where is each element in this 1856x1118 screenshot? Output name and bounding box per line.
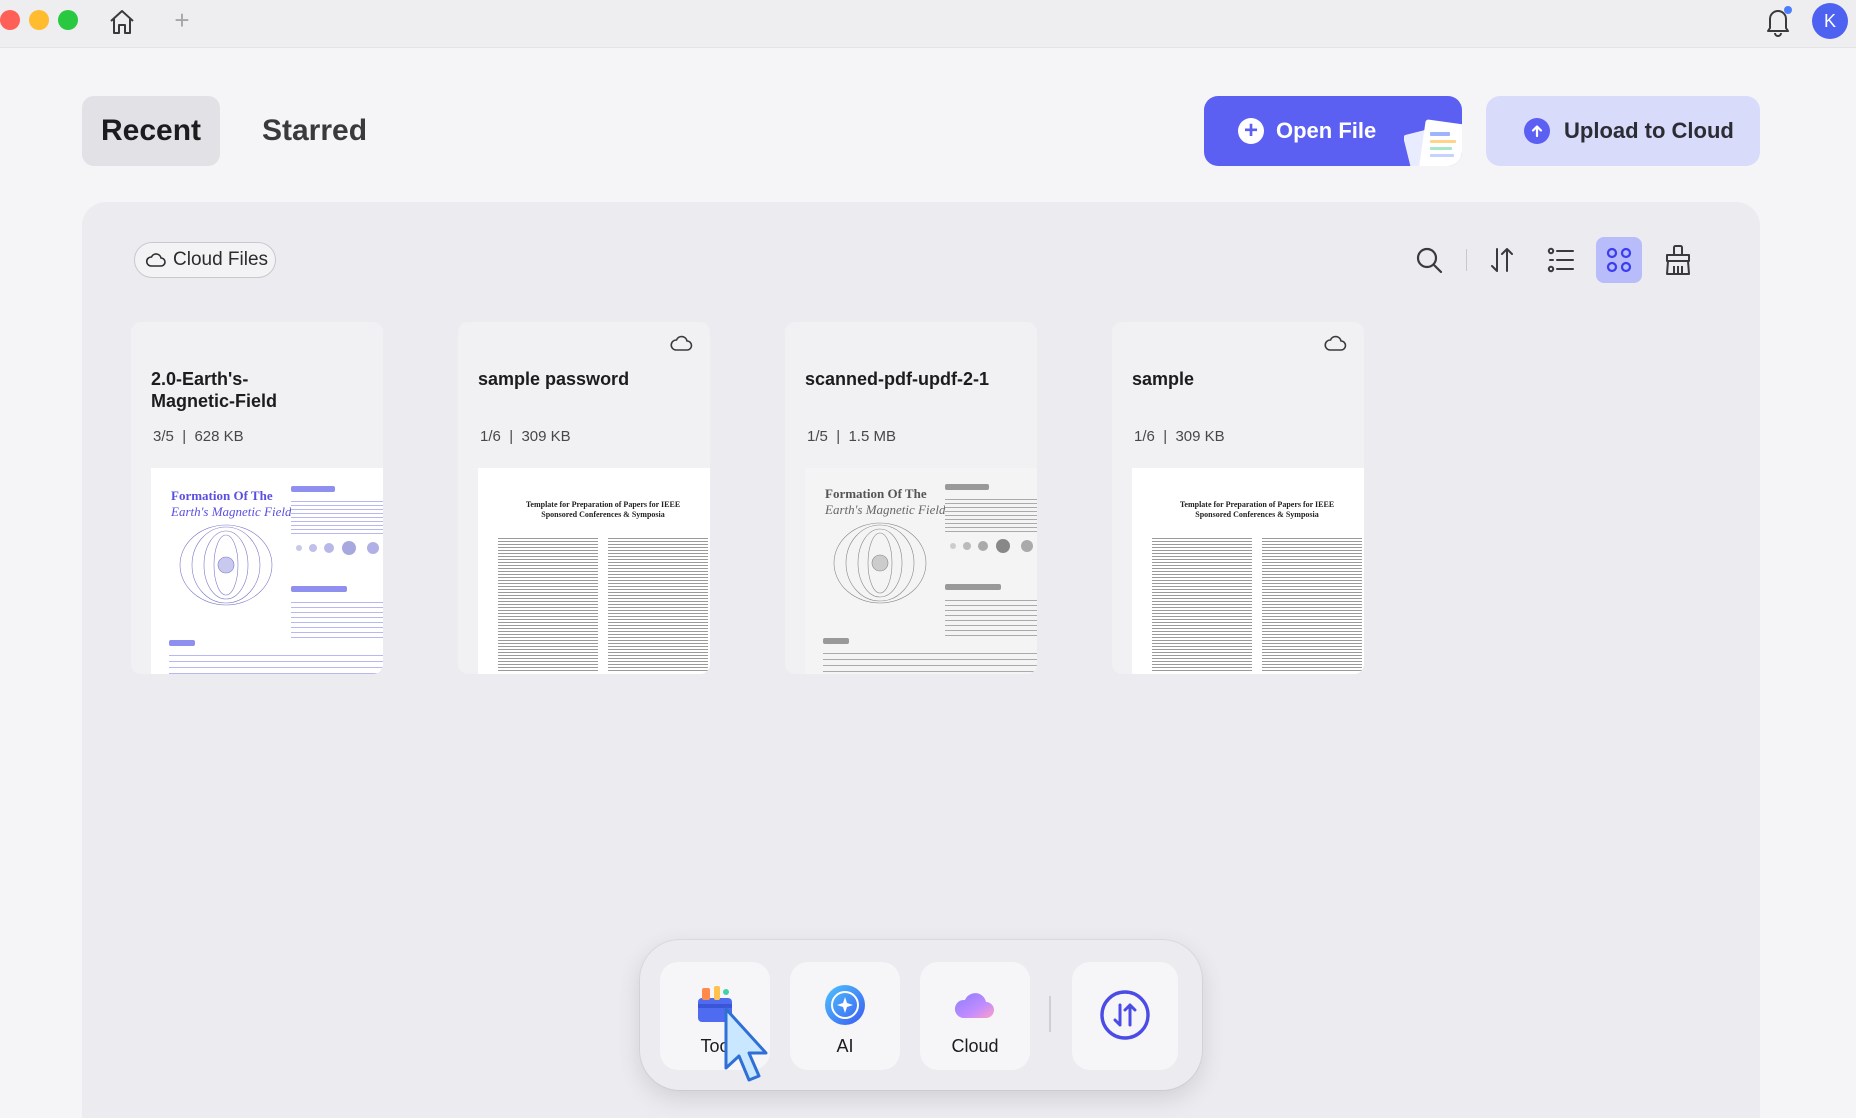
thumb-heading: Formation Of The — [171, 488, 273, 503]
cloud-files-filter[interactable]: Cloud Files — [134, 242, 276, 278]
page-indicator: 1/6 — [1134, 428, 1155, 445]
minimize-window-button[interactable] — [29, 10, 49, 30]
new-tab-icon[interactable]: + — [170, 6, 194, 34]
search-icon[interactable] — [1409, 240, 1449, 280]
grid-view-icon[interactable] — [1596, 237, 1642, 283]
file-title: sample password — [478, 369, 630, 389]
upload-arrow-icon — [1524, 118, 1550, 144]
file-meta: 1/6 | 309 KB — [1134, 428, 1225, 445]
file-card[interactable]: sample password 1/6 | 309 KB Template fo… — [458, 322, 710, 674]
file-size: 1.5 MB — [848, 428, 896, 445]
magnetic-field-diagram — [833, 522, 927, 604]
file-title: 2.0-Earth's- Magnetic-Field — [151, 369, 278, 411]
magnetic-field-diagram — [179, 524, 273, 606]
dock-ai-button[interactable]: AI — [790, 962, 900, 1070]
file-meta: 3/5 | 628 KB — [153, 428, 244, 445]
file-size: 309 KB — [521, 428, 571, 445]
page-indicator: 1/5 — [807, 428, 828, 445]
plus-icon: + — [1238, 118, 1264, 144]
tab-recent[interactable]: Recent — [82, 96, 220, 166]
list-view-icon[interactable] — [1541, 240, 1581, 280]
zoom-window-button[interactable] — [58, 10, 78, 30]
file-thumbnail: Formation Of The Earth's Magnetic Field — [151, 468, 383, 674]
toolbar-divider — [1466, 249, 1467, 271]
sort-icon[interactable] — [1482, 240, 1522, 280]
file-card[interactable]: sample 1/6 | 309 KB Template for Prepara… — [1112, 322, 1364, 674]
file-title: scanned-pdf-updf-2-1 — [805, 369, 989, 389]
thumb-heading: Template for Preparation of Papers for I… — [1179, 500, 1335, 519]
thumb-heading: Template for Preparation of Papers for I… — [525, 500, 681, 519]
dock-cloud-button[interactable]: Cloud — [920, 962, 1030, 1070]
cloud-icon — [145, 253, 166, 267]
page-indicator: 3/5 — [153, 428, 174, 445]
file-meta: 1/5 | 1.5 MB — [807, 428, 896, 445]
clean-up-brush-icon[interactable] — [1658, 240, 1698, 280]
file-meta: 1/6 | 309 KB — [480, 428, 571, 445]
cloud-sync-icon — [670, 335, 693, 351]
file-title: sample — [1132, 369, 1195, 389]
notification-badge — [1784, 6, 1792, 14]
cloud-icon — [954, 993, 994, 1018]
ai-assistant-icon — [825, 985, 865, 1025]
upload-to-cloud-button[interactable]: Upload to Cloud — [1486, 96, 1760, 166]
dock-cloud-label: Cloud — [951, 1036, 999, 1056]
title-bar: + K — [0, 0, 1856, 48]
tab-starred[interactable]: Starred — [240, 96, 389, 166]
file-thumbnail: Template for Preparation of Papers for I… — [1132, 468, 1364, 674]
dock-ai-label: AI — [836, 1036, 854, 1056]
close-window-button[interactable] — [0, 10, 20, 30]
thumb-heading: Formation Of The — [825, 486, 927, 501]
cloud-sync-icon — [1324, 335, 1347, 351]
user-avatar[interactable]: K — [1812, 3, 1848, 39]
file-size: 628 KB — [194, 428, 244, 445]
file-size: 309 KB — [1175, 428, 1225, 445]
convert-swap-icon — [1100, 990, 1150, 1040]
cloud-files-label: Cloud Files — [173, 249, 269, 270]
thumb-subheading: Earth's Magnetic Field — [171, 504, 292, 519]
file-thumbnail: Formation Of The Earth's Magnetic Field — [805, 468, 1037, 674]
document-stack-icon — [1404, 119, 1462, 166]
file-card[interactable]: 2.0-Earth's- Magnetic-Field 3/5 | 628 KB… — [131, 322, 383, 674]
thumb-subheading: Earth's Magnetic Field — [825, 502, 946, 517]
dock-convert-button[interactable] — [1072, 962, 1178, 1070]
home-icon[interactable] — [106, 6, 138, 38]
file-thumbnail: Template for Preparation of Papers for I… — [478, 468, 710, 674]
open-file-label: Open File — [1276, 118, 1377, 143]
dock-divider — [1049, 996, 1051, 1032]
upload-label: Upload to Cloud — [1564, 118, 1734, 143]
file-card[interactable]: scanned-pdf-updf-2-1 1/5 | 1.5 MB Format… — [785, 322, 1037, 674]
page-indicator: 1/6 — [480, 428, 501, 445]
open-file-button[interactable]: + Open File — [1204, 96, 1462, 166]
mouse-cursor-icon — [724, 1007, 768, 1082]
